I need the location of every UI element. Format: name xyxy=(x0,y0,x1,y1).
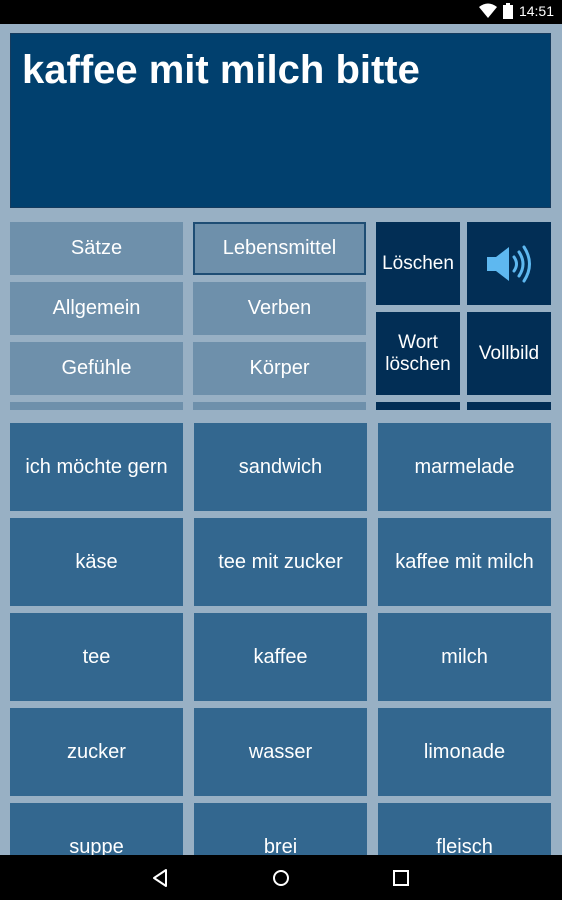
speaker-icon xyxy=(487,245,531,282)
delete-word-line2: löschen xyxy=(385,353,451,375)
word-tile[interactable]: zucker xyxy=(10,708,183,796)
control-partial[interactable] xyxy=(376,402,460,410)
word-tile[interactable]: kaffee xyxy=(194,613,367,701)
back-icon[interactable] xyxy=(150,867,172,889)
wifi-icon xyxy=(478,3,497,18)
category-lebensmittel[interactable]: Lebensmittel xyxy=(193,222,366,275)
status-bar: 14:51 xyxy=(0,0,562,24)
word-tile[interactable]: käse xyxy=(10,518,183,606)
word-tile[interactable]: marmelade xyxy=(378,423,551,511)
category-verben[interactable]: Verben xyxy=(193,282,366,335)
word-tile[interactable]: ich möchte gern xyxy=(10,423,183,511)
word-tile[interactable]: wasser xyxy=(194,708,367,796)
recents-icon[interactable] xyxy=(390,867,412,889)
clear-button[interactable]: Löschen xyxy=(376,222,460,305)
category-gefuehle[interactable]: Gefühle xyxy=(10,342,183,395)
category-partial[interactable] xyxy=(10,402,183,410)
word-tile[interactable]: limonade xyxy=(378,708,551,796)
category-partial[interactable] xyxy=(193,402,366,410)
word-tile[interactable]: kaffee mit milch xyxy=(378,518,551,606)
category-allgemein[interactable]: Allgemein xyxy=(10,282,183,335)
control-partial[interactable] xyxy=(467,402,551,410)
speak-button[interactable] xyxy=(467,222,551,305)
word-tile[interactable]: tee mit zucker xyxy=(194,518,367,606)
battery-icon xyxy=(502,3,513,19)
delete-word-label: Wort löschen xyxy=(385,332,451,376)
category-koerper[interactable]: Körper xyxy=(193,342,366,395)
delete-word-button[interactable]: Wort löschen xyxy=(376,312,460,395)
word-tile[interactable]: milch xyxy=(378,613,551,701)
home-icon[interactable] xyxy=(270,867,292,889)
category-saetze[interactable]: Sätze xyxy=(10,222,183,275)
fullscreen-button[interactable]: Vollbild xyxy=(467,312,551,395)
status-time: 14:51 xyxy=(518,3,554,19)
word-tile[interactable]: sandwich xyxy=(194,423,367,511)
sentence-display[interactable]: kaffee mit milch bitte xyxy=(10,33,551,208)
delete-word-line1: Wort xyxy=(398,331,438,353)
navigation-bar xyxy=(0,855,562,900)
status-icons: 14:51 xyxy=(478,3,554,19)
word-tile[interactable]: tee xyxy=(10,613,183,701)
sentence-text: kaffee mit milch bitte xyxy=(22,48,420,92)
